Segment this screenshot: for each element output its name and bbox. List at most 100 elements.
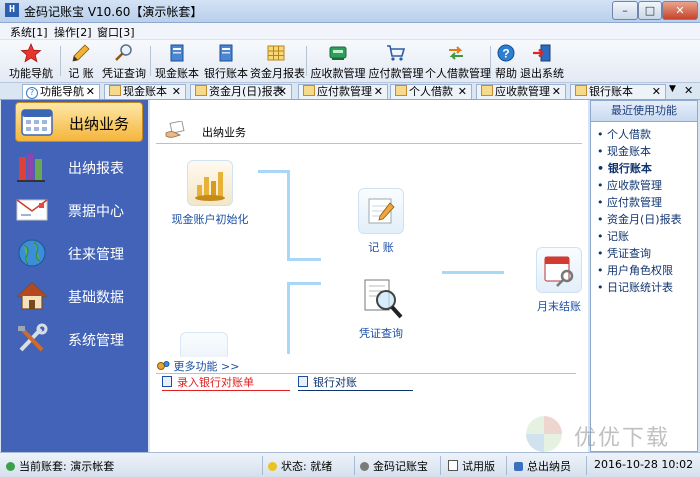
pencil-icon — [72, 44, 90, 62]
books-icon — [17, 154, 45, 182]
recent-item-label: 银行账本 — [607, 162, 652, 175]
recent-item[interactable]: • 用户角色权限 — [597, 262, 697, 279]
nav-account-management[interactable]: 往来管理 — [7, 234, 144, 272]
status-separator — [354, 456, 355, 475]
nav-system-management[interactable]: 系统管理 — [7, 320, 144, 358]
recent-item-label: 日记账统计表 — [607, 281, 673, 294]
recent-item[interactable]: • 日记账统计表 — [597, 279, 697, 296]
flow-node-cash-init[interactable]: 现金账户初始化 — [164, 160, 256, 227]
tab-close-icon[interactable]: ✕ — [458, 85, 467, 99]
link-import-bank-statement[interactable]: 录入银行对账单 — [162, 374, 290, 391]
house-icon — [16, 282, 48, 310]
table-icon — [109, 85, 121, 96]
recent-item[interactable]: • 应收款管理 — [597, 177, 697, 194]
status-light-icon — [268, 462, 277, 471]
toolbar-voucher-query-button[interactable]: 凭证查询 — [101, 42, 147, 80]
flow-node-label: 现金账户初始化 — [171, 213, 249, 226]
tab-label: 银行账本 — [589, 85, 633, 98]
recent-item[interactable]: • 记账 — [597, 228, 697, 245]
coins-chart-icon — [195, 172, 225, 201]
user-icon — [514, 462, 523, 471]
document-icon — [162, 376, 172, 387]
recent-item[interactable]: • 银行账本 — [597, 160, 697, 177]
nav-label: 基础数据 — [68, 290, 124, 306]
tab-close-icon[interactable]: ✕ — [86, 85, 95, 99]
tab-personal-loan[interactable]: 个人借款 ✕ — [390, 84, 472, 99]
tab-receivable[interactable]: 应收款管理 ✕ — [476, 84, 566, 99]
nav-cashier-reports[interactable]: 出纳报表 — [7, 148, 144, 186]
tab-cash-ledger[interactable]: 现金账本 ✕ — [104, 84, 186, 99]
table-icon — [303, 85, 315, 96]
toolbar-monthly-report-button[interactable]: 资金月报表 — [250, 42, 305, 80]
nav-bill-center[interactable]: 票据中心 — [7, 191, 144, 229]
tab-close-icon[interactable]: ✕ — [652, 85, 661, 99]
toolbar-bank-ledger-button[interactable]: 银行账本 — [203, 42, 249, 80]
flow-line — [287, 282, 290, 354]
link-bank-reconciliation[interactable]: 银行对账 — [298, 374, 413, 391]
tab-label: 应收款管理 — [495, 85, 550, 98]
document-magnifier-icon — [364, 279, 403, 319]
exchange-icon — [449, 46, 463, 60]
document-icon — [298, 376, 308, 387]
recent-item[interactable]: • 凭证查询 — [597, 245, 697, 262]
menu-window[interactable]: 窗口[3] — [97, 24, 135, 40]
flow-node-month-end[interactable]: 月末结账 — [530, 247, 588, 314]
recent-item[interactable]: • 资金月(日)报表 — [597, 211, 697, 228]
flow-line — [258, 170, 290, 173]
toolbar-receivable-button[interactable]: 应收款管理 — [310, 42, 366, 80]
tab-close-icon[interactable]: ✕ — [172, 85, 181, 99]
exit-icon — [533, 44, 551, 62]
tab-close-icon[interactable]: ✕ — [552, 85, 561, 99]
recent-list: • 个人借款 • 现金账本 • 银行账本 • 应收款管理 • 应付款管理 • 资… — [597, 126, 697, 296]
help-icon: ? — [497, 44, 515, 62]
status-dot-icon — [6, 462, 15, 471]
tab-label: 功能导航 — [40, 85, 84, 98]
status-separator — [440, 456, 441, 475]
menu-operation[interactable]: 操作[2] — [54, 24, 92, 40]
status-account-text: 当前账套: 演示帐套 — [19, 460, 115, 473]
tab-fund-report[interactable]: 资金月(日)报表 ✕ — [190, 84, 292, 99]
menu-system[interactable]: 系统[1] — [10, 24, 48, 40]
status-app: 金码记账宝 — [360, 458, 428, 474]
toolbar-personal-loan-button[interactable]: 个人借款管理 — [425, 42, 491, 80]
toolbar-help-button[interactable]: ? 帮助 — [493, 42, 519, 80]
minimize-button[interactable]: – — [612, 1, 638, 20]
notebook-pen-icon — [368, 198, 395, 224]
toolbar-nav-button[interactable]: 功能导航 — [8, 42, 54, 80]
tab-function-nav[interactable]: ? 功能导航 ✕ — [22, 84, 100, 99]
tab-close-icon[interactable]: ✕ — [278, 85, 287, 99]
receivable-icon — [329, 46, 347, 60]
flow-node-voucher-query[interactable]: 凭证查询 — [346, 276, 416, 341]
link-label: 银行对账 — [313, 376, 357, 389]
ledger-icon — [219, 44, 233, 62]
status-datetime: 2016-10-28 10:02 — [594, 458, 694, 471]
flow-line — [287, 170, 290, 260]
close-button[interactable]: ✕ — [662, 1, 698, 20]
tab-overflow-dropdown[interactable]: ▼ — [669, 84, 676, 94]
toolbar-cash-ledger-button[interactable]: 现金账本 — [154, 42, 200, 80]
recent-item[interactable]: • 应付款管理 — [597, 194, 697, 211]
flow-node-journal[interactable]: 记 账 — [350, 188, 412, 255]
tab-bank-ledger[interactable]: 银行账本 ✕ — [570, 84, 666, 99]
recent-item[interactable]: • 现金账本 — [597, 143, 697, 160]
toolbar-payable-button[interactable]: 应付款管理 — [368, 42, 424, 80]
toolbar-exit-button[interactable]: 退出系统 — [520, 42, 564, 80]
flow-node-partial — [180, 332, 228, 357]
table-icon — [575, 85, 587, 96]
tab-close-icon[interactable]: ✕ — [374, 85, 383, 99]
status-bar: 当前账套: 演示帐套 状态: 就绪 金码记账宝 试用版 总出纳员 2016-10… — [0, 452, 700, 477]
menu-bar: 系统[1] 操作[2] 窗口[3] — [0, 23, 700, 39]
recent-item[interactable]: • 个人借款 — [597, 126, 697, 143]
tab-label: 应付款管理 — [317, 85, 372, 98]
flow-line — [442, 271, 504, 274]
maximize-button[interactable]: □ — [638, 1, 662, 20]
toolbar-journal-button[interactable]: 记 账 — [63, 42, 99, 80]
flow-line — [287, 258, 321, 261]
link-label: 录入银行对账单 — [177, 376, 254, 389]
app-logo-icon: H — [5, 3, 19, 17]
nav-cashier-business[interactable]: 出纳业务 — [15, 102, 143, 142]
tab-payable[interactable]: 应付款管理 ✕ — [298, 84, 388, 99]
tab-close-all-icon[interactable]: ✕ — [684, 84, 693, 97]
nav-basic-data[interactable]: 基础数据 — [7, 277, 144, 315]
toolbar: 功能导航 记 账 凭证查询 现金账本 银行账本 资金月报表 应收款管理 应付款管… — [0, 40, 700, 83]
